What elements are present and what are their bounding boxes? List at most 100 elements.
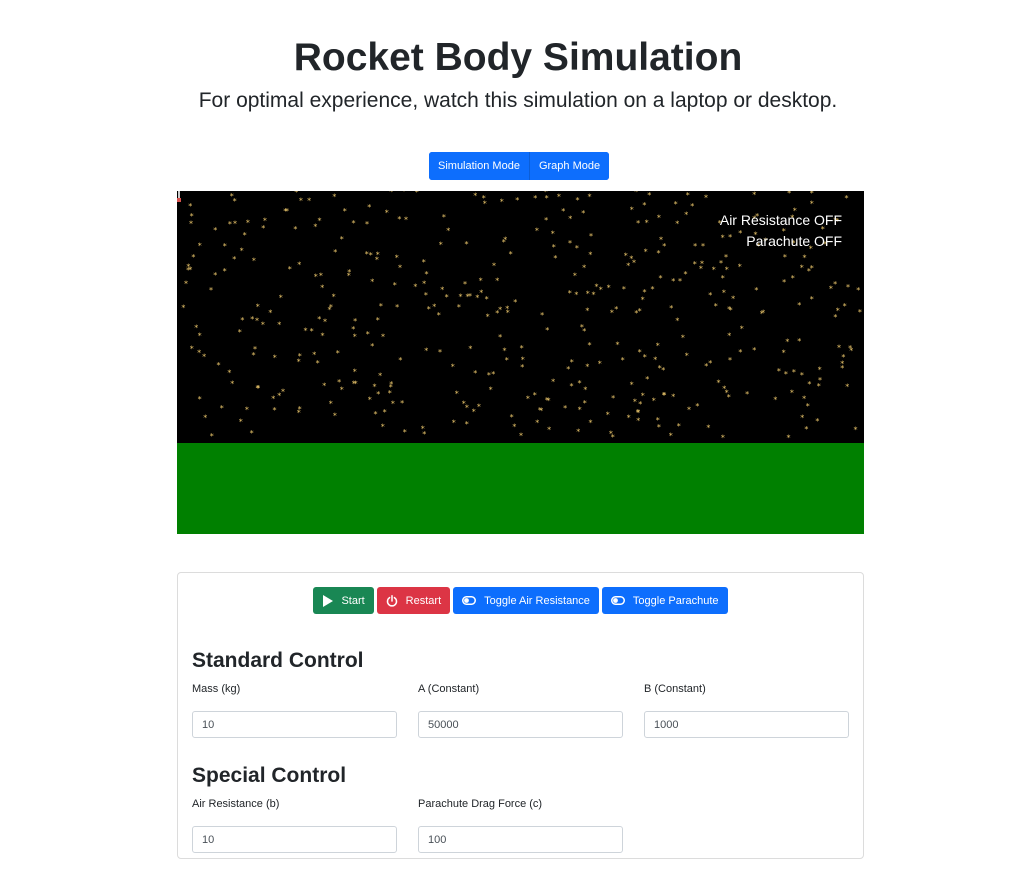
star-icon: * <box>232 255 236 264</box>
star-icon: * <box>213 226 217 235</box>
star-icon: * <box>230 379 234 388</box>
star-icon: * <box>395 254 399 263</box>
star-icon: * <box>181 304 185 313</box>
star-icon: * <box>643 288 647 297</box>
star-icon: * <box>489 386 493 395</box>
star-icon: * <box>547 426 551 435</box>
star-icon: * <box>656 342 660 351</box>
star-icon: * <box>294 191 298 197</box>
star-icon: * <box>353 368 357 377</box>
star-icon: * <box>321 332 325 341</box>
star-icon: * <box>343 207 347 216</box>
star-icon: * <box>268 308 272 317</box>
air-resistance-field: Air Resistance (b) <box>192 798 397 853</box>
star-icon: * <box>398 356 402 365</box>
star-icon: * <box>578 406 582 415</box>
star-icon: * <box>818 365 822 374</box>
star-icon: * <box>184 279 188 288</box>
star-icon: * <box>510 413 514 422</box>
star-icon: * <box>425 270 429 279</box>
toggle-parachute-label: Toggle Parachute <box>632 594 719 607</box>
star-icon: * <box>520 344 524 353</box>
star-icon: * <box>422 258 426 267</box>
star-icon: * <box>400 399 404 408</box>
b-constant-input[interactable] <box>644 711 849 738</box>
star-icon: * <box>585 307 589 316</box>
star-icon: * <box>583 399 587 408</box>
star-icon: * <box>609 429 613 438</box>
mass-input[interactable] <box>192 711 397 738</box>
toggle-air-resistance-button[interactable]: Toggle Air Resistance <box>453 587 599 614</box>
star-icon: * <box>367 203 371 212</box>
star-icon: * <box>332 293 336 302</box>
star-icon: * <box>535 227 539 236</box>
star-icon: * <box>288 265 292 274</box>
simulation-mode-button[interactable]: Simulation Mode <box>429 152 529 180</box>
star-icon: * <box>250 315 254 324</box>
star-icon: * <box>277 321 281 330</box>
star-icon: * <box>374 410 378 419</box>
a-constant-input[interactable] <box>418 711 623 738</box>
star-icon: * <box>486 313 490 322</box>
restart-button[interactable]: Restart <box>376 587 451 614</box>
star-icon: * <box>352 219 356 228</box>
air-resistance-input[interactable] <box>192 826 397 853</box>
star-icon: * <box>365 250 369 259</box>
star-icon: * <box>693 242 697 251</box>
star-icon: * <box>376 390 380 399</box>
star-icon: * <box>752 346 756 355</box>
star-icon: * <box>754 286 758 295</box>
star-icon: * <box>815 417 819 426</box>
star-icon: * <box>728 356 732 365</box>
star-icon: * <box>677 422 681 431</box>
star-icon: * <box>312 351 316 360</box>
star-icon: * <box>320 284 324 293</box>
b-constant-label: B (Constant) <box>644 683 706 695</box>
star-icon: * <box>657 249 661 258</box>
star-icon: * <box>297 357 301 366</box>
rocket-icon <box>177 191 181 202</box>
star-icon: * <box>304 327 308 336</box>
star-icon: * <box>671 393 675 402</box>
star-icon: * <box>398 264 402 273</box>
star-icon: * <box>641 296 645 305</box>
star-icon: * <box>223 242 227 251</box>
star-icon: * <box>526 395 530 404</box>
star-icon: * <box>641 391 645 400</box>
star-icon: * <box>389 191 393 196</box>
start-button[interactable]: Start <box>313 587 374 614</box>
star-icon: * <box>586 290 590 299</box>
star-icon: * <box>455 390 459 399</box>
star-icon: * <box>515 196 519 205</box>
graph-mode-button[interactable]: Graph Mode <box>528 152 610 180</box>
star-icon: * <box>686 191 690 200</box>
star-icon: * <box>553 254 557 263</box>
star-icon: * <box>479 276 483 285</box>
star-icon: * <box>487 371 491 380</box>
star-icon: * <box>582 327 586 336</box>
star-icon: * <box>581 209 585 218</box>
parachute-drag-input[interactable] <box>418 826 623 853</box>
star-icon: * <box>845 194 849 203</box>
star-icon: * <box>391 400 395 409</box>
star-icon: * <box>240 316 244 325</box>
star-icon: * <box>627 414 631 423</box>
star-icon: * <box>190 212 194 221</box>
star-icon: * <box>245 406 249 415</box>
air-resistance-status: Air Resistance OFF <box>719 212 842 228</box>
star-icon: * <box>424 291 428 300</box>
star-icon: * <box>727 393 731 402</box>
star-icon: * <box>678 277 682 286</box>
star-icon: * <box>645 375 649 384</box>
star-icon: * <box>807 267 811 276</box>
star-icon: * <box>783 253 787 262</box>
star-icon: * <box>445 293 449 302</box>
toggle-parachute-button[interactable]: Toggle Parachute <box>601 587 728 614</box>
star-icon: * <box>370 277 374 286</box>
star-icon: * <box>378 372 382 381</box>
star-icon: * <box>385 209 389 218</box>
star-icon: * <box>381 332 385 341</box>
star-icon: * <box>250 429 254 438</box>
star-icon: * <box>389 383 393 392</box>
star-icon: * <box>784 370 788 379</box>
